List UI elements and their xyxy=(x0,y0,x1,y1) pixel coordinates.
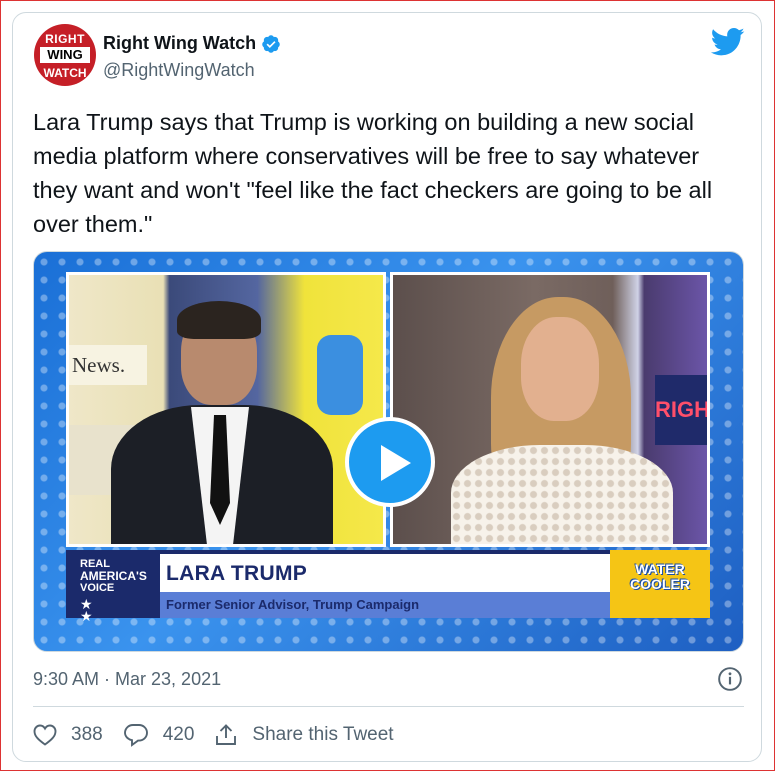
tweet-card: RIGHT WING WATCH Right Wing Watch @Right… xyxy=(12,12,762,762)
tweet-actions: 388 420 Share this Tweet xyxy=(33,717,414,753)
video-left-panel: News. xyxy=(66,272,386,547)
reply-button[interactable]: 420 xyxy=(123,723,195,747)
play-icon xyxy=(381,445,411,481)
reply-count: 420 xyxy=(162,724,195,745)
video-right-panel: RIGHT xyxy=(390,272,710,547)
divider xyxy=(33,706,744,707)
avatar-line-2: WING xyxy=(40,47,90,63)
like-count: 388 xyxy=(71,724,103,745)
twitter-logo-icon[interactable] xyxy=(711,27,745,57)
guest-face xyxy=(521,317,599,421)
avatar-line-3: WATCH xyxy=(43,66,87,80)
show-logo-line-1: WATER xyxy=(635,561,685,577)
water-jug xyxy=(317,335,363,415)
news-sign: News. xyxy=(69,345,147,385)
guest-title-bar: Former Senior Advisor, Trump Campaign xyxy=(160,592,610,618)
video-media[interactable]: News. RIGHT REAL AMERICA'S VOICE ★ ★ xyxy=(33,251,744,652)
guest-name-bar: LARA TRUMP Former Senior Advisor, Trump … xyxy=(160,550,610,618)
share-button[interactable]: Share this Tweet xyxy=(214,723,394,747)
play-button[interactable] xyxy=(345,417,435,507)
info-icon[interactable] xyxy=(717,666,743,692)
avatar-line-1: RIGHT xyxy=(45,32,85,46)
right-sign: RIGHT xyxy=(655,375,707,445)
show-logo: WATER COOLER xyxy=(610,550,710,618)
tweet-text: Lara Trump says that Trump is working on… xyxy=(33,109,713,237)
lower-third-banner: REAL AMERICA'S VOICE ★ ★ LARA TRUMP Form… xyxy=(66,550,710,623)
network-line-2: AMERICA'S xyxy=(80,569,147,583)
author-handle[interactable]: @RightWingWatch xyxy=(103,60,255,81)
show-logo-line-2: COOLER xyxy=(630,576,690,592)
like-button[interactable]: 388 xyxy=(33,724,103,746)
guest-name: LARA TRUMP xyxy=(166,562,308,585)
host-hair xyxy=(177,301,261,339)
share-icon xyxy=(216,724,237,745)
heart-icon xyxy=(33,724,57,746)
share-label: Share this Tweet xyxy=(252,724,394,745)
network-stars: ★ ★ xyxy=(80,596,139,624)
guest-body xyxy=(451,445,673,544)
author-name-row: Right Wing Watch xyxy=(103,33,281,54)
verified-icon xyxy=(262,34,280,53)
network-line-3: VOICE xyxy=(80,582,115,594)
display-name[interactable]: Right Wing Watch xyxy=(103,33,256,54)
network-logo: REAL AMERICA'S VOICE ★ ★ xyxy=(66,550,160,623)
avatar[interactable]: RIGHT WING WATCH xyxy=(34,24,96,86)
tweet-timestamp[interactable]: 9:30 AM · Mar 23, 2021 xyxy=(33,669,221,690)
guest-title: Former Senior Advisor, Trump Campaign xyxy=(166,597,420,612)
reply-icon xyxy=(123,724,148,747)
